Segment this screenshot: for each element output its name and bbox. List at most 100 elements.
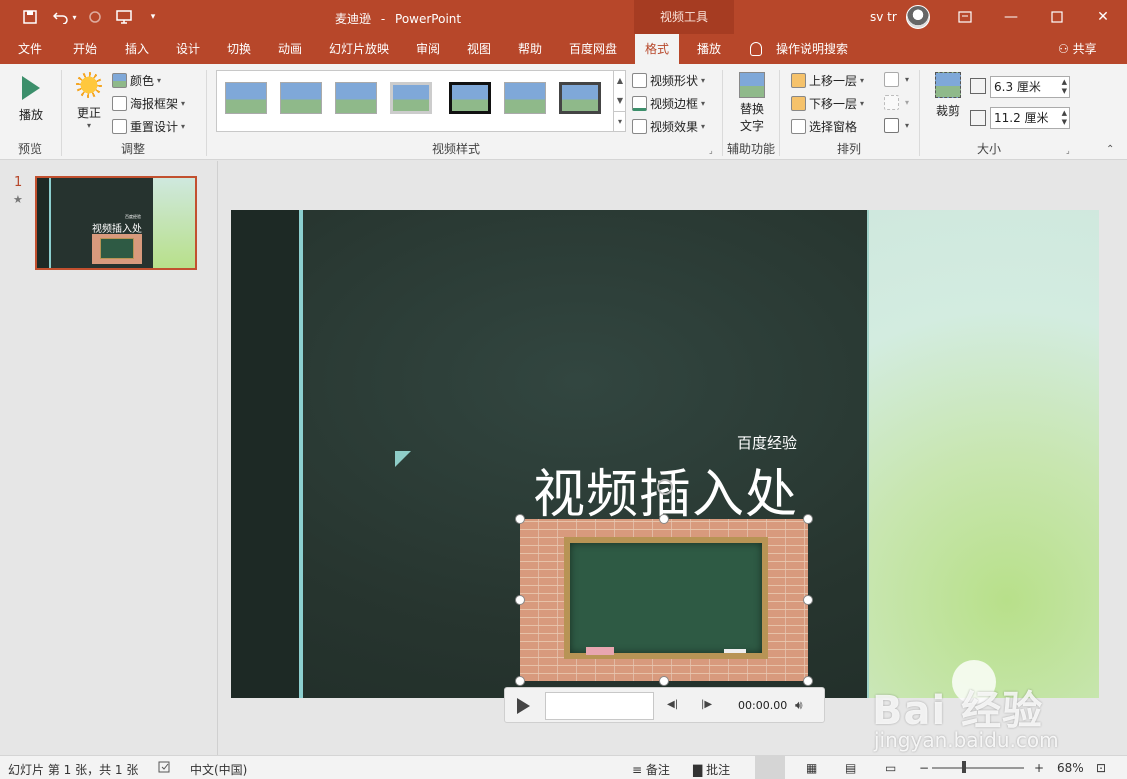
dialog-launcher-icon[interactable]: ⌟ bbox=[709, 146, 713, 155]
eraser bbox=[586, 647, 614, 655]
video-tools-context-group: 视频工具 bbox=[634, 0, 734, 34]
thumb-left-strip bbox=[37, 178, 49, 268]
slide-canvas[interactable]: 百度经验 视频插入处 bbox=[231, 210, 1099, 698]
tab-home[interactable]: 开始 bbox=[73, 34, 97, 64]
resize-handle-right[interactable] bbox=[803, 595, 813, 605]
video-style-thumb[interactable] bbox=[280, 82, 322, 114]
reset-design-button[interactable]: 重置设计 ▾ bbox=[112, 118, 185, 135]
reading-view-icon[interactable]: ▤ bbox=[845, 761, 856, 775]
person-icon: ⚇ bbox=[1058, 42, 1069, 56]
tab-format[interactable]: 格式 bbox=[635, 34, 680, 64]
zoom-level[interactable]: 68% bbox=[1057, 761, 1084, 775]
zoom-out-icon[interactable]: − bbox=[919, 761, 929, 775]
gallery-scroll-up-icon[interactable]: ▲ bbox=[613, 71, 626, 91]
zoom-slider[interactable] bbox=[932, 767, 1024, 769]
align-icon[interactable]: ▾ bbox=[884, 72, 909, 87]
start-from-beginning-icon[interactable] bbox=[114, 7, 134, 27]
slide-thumbnail[interactable]: 百度经验 视频插入处 bbox=[35, 176, 197, 270]
slide-subtitle[interactable]: 百度经验 bbox=[737, 432, 797, 453]
comments-button[interactable]: ▇ 批注 bbox=[693, 761, 730, 778]
zoom-in-icon[interactable]: + bbox=[1034, 761, 1044, 775]
height-input[interactable]: 6.3 厘米 ▲ ▼ bbox=[990, 76, 1070, 98]
tab-design[interactable]: 设计 bbox=[176, 34, 200, 64]
save-icon[interactable] bbox=[20, 7, 40, 27]
skip-forward-icon[interactable]: |▶ bbox=[701, 699, 712, 710]
video-style-thumb[interactable] bbox=[504, 82, 546, 114]
bring-forward-button[interactable]: 上移一层 ▾ bbox=[791, 72, 864, 89]
language-indicator[interactable]: 中文(中国) bbox=[190, 761, 247, 778]
group-objects-icon[interactable]: ▾ bbox=[884, 95, 909, 110]
customize-icon[interactable]: ▾ bbox=[146, 7, 160, 27]
ribbon-display-options-icon[interactable] bbox=[942, 0, 988, 34]
resize-handle-top-right[interactable] bbox=[803, 514, 813, 524]
video-effects-button[interactable]: 视频效果 ▾ bbox=[632, 118, 705, 135]
spinner-icon: ▲ ▼ bbox=[1061, 109, 1067, 126]
resize-handle-bottom-left[interactable] bbox=[515, 676, 525, 686]
group-label-size: 大小 bbox=[977, 142, 1002, 156]
notes-button[interactable]: ≡ 备注 bbox=[632, 761, 670, 778]
undo-icon[interactable]: ▾ bbox=[50, 7, 80, 27]
color-button[interactable]: 颜色 ▾ bbox=[112, 72, 161, 89]
dialog-launcher-icon[interactable]: ⌟ bbox=[1066, 146, 1070, 155]
video-object[interactable] bbox=[520, 519, 808, 681]
poster-frame-button[interactable]: 海报框架 ▾ bbox=[112, 95, 185, 112]
tab-slideshow[interactable]: 幻灯片放映 bbox=[329, 34, 389, 64]
rotate-handle-icon[interactable] bbox=[657, 479, 673, 495]
fit-to-window-icon[interactable]: ⊡ bbox=[1096, 761, 1106, 775]
video-shape-button[interactable]: 视频形状 ▾ bbox=[632, 72, 705, 89]
corrections-button[interactable]: 更正 ▾ bbox=[72, 72, 106, 134]
minimize-icon[interactable]: — bbox=[988, 0, 1034, 34]
group-label-video-styles: 视频样式 bbox=[432, 142, 481, 156]
video-style-thumb[interactable] bbox=[390, 82, 432, 114]
resize-handle-bottom[interactable] bbox=[659, 676, 669, 686]
width-input[interactable]: 11.2 厘米 ▲ ▼ bbox=[990, 107, 1070, 129]
close-icon[interactable]: ✕ bbox=[1080, 0, 1126, 34]
tab-file[interactable]: 文件 bbox=[18, 34, 42, 64]
share-button[interactable]: ⚇ 共享 bbox=[1058, 34, 1097, 64]
resize-handle-top-left[interactable] bbox=[515, 514, 525, 524]
tab-insert[interactable]: 插入 bbox=[125, 34, 149, 64]
resize-handle-bottom-right[interactable] bbox=[803, 676, 813, 686]
redo-icon[interactable] bbox=[86, 7, 104, 27]
video-style-thumb[interactable] bbox=[449, 82, 491, 114]
gallery-more-icon[interactable]: ▾ bbox=[613, 111, 626, 131]
tab-review[interactable]: 审阅 bbox=[416, 34, 440, 64]
tab-animations[interactable]: 动画 bbox=[278, 34, 302, 64]
tell-me-search[interactable]: 操作说明搜索 bbox=[776, 34, 848, 64]
bring-forward-icon bbox=[791, 73, 806, 88]
tab-view[interactable]: 视图 bbox=[467, 34, 491, 64]
video-style-thumb[interactable] bbox=[225, 82, 267, 114]
alt-text-button[interactable]: 替换 文字 bbox=[733, 72, 771, 134]
media-progress-track[interactable] bbox=[545, 692, 654, 720]
resize-handle-left[interactable] bbox=[515, 595, 525, 605]
gallery-scroll-down-icon[interactable]: ▼ bbox=[613, 91, 626, 111]
spell-check-icon[interactable] bbox=[158, 761, 172, 776]
zoom-slider-thumb[interactable] bbox=[962, 761, 966, 773]
play-icon[interactable] bbox=[517, 698, 530, 714]
slideshow-icon[interactable]: ▭ bbox=[885, 761, 896, 775]
chalk bbox=[724, 649, 746, 653]
video-style-thumb[interactable] bbox=[559, 82, 601, 114]
tab-playback[interactable]: 播放 bbox=[697, 34, 721, 64]
volume-icon[interactable]: 🔊︎ bbox=[795, 698, 803, 713]
collapse-ribbon-icon[interactable]: ⌃ bbox=[1106, 144, 1114, 155]
slide-sorter-icon[interactable]: ▦ bbox=[806, 761, 817, 775]
video-border-button[interactable]: 视频边框 ▾ bbox=[632, 95, 705, 112]
tab-help[interactable]: 帮助 bbox=[518, 34, 542, 64]
tab-baidu-netdisk[interactable]: 百度网盘 bbox=[569, 34, 617, 64]
avatar[interactable] bbox=[906, 5, 930, 29]
resize-handle-top[interactable] bbox=[659, 514, 669, 524]
selection-pane-button[interactable]: 选择窗格 bbox=[791, 118, 857, 135]
user-name[interactable]: sv tr bbox=[870, 10, 897, 24]
tab-transitions[interactable]: 切换 bbox=[227, 34, 251, 64]
crop-button[interactable]: 裁剪 bbox=[931, 72, 965, 134]
normal-view-icon[interactable] bbox=[755, 756, 785, 779]
play-preview-button[interactable]: 播放 bbox=[14, 72, 48, 132]
maximize-icon[interactable] bbox=[1034, 0, 1080, 34]
send-backward-button[interactable]: 下移一层 ▾ bbox=[791, 95, 864, 112]
skip-back-icon[interactable]: ◀| bbox=[667, 699, 678, 710]
rotate-icon[interactable]: ▾ bbox=[884, 118, 909, 133]
video-style-thumb[interactable] bbox=[335, 82, 377, 114]
video-styles-gallery[interactable]: ▲ ▼ ▾ bbox=[216, 70, 626, 132]
group-separator bbox=[61, 70, 62, 156]
